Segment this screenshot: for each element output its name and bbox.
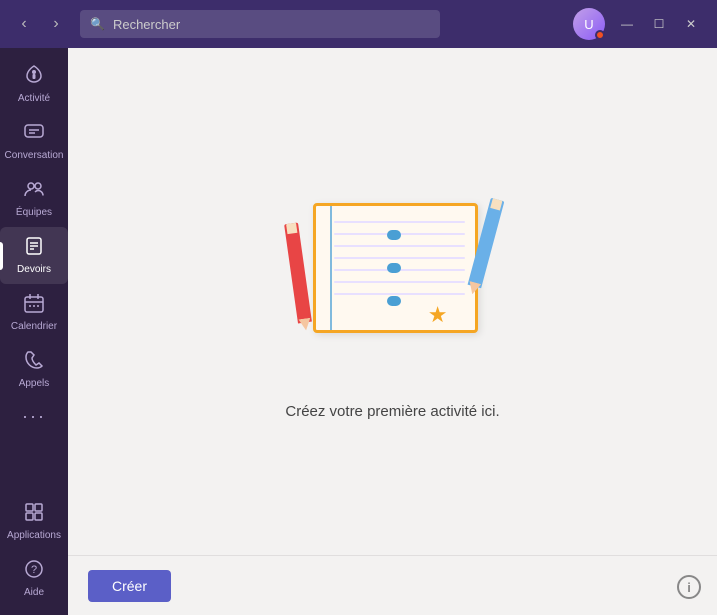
calendrier-label: Calendrier xyxy=(11,321,57,333)
notebook-rings xyxy=(313,203,401,333)
main-layout: Activité Conversation Équ xyxy=(0,48,717,615)
sidebar-item-aide[interactable]: ? Aide xyxy=(0,550,68,607)
notebook-star-icon: ★ xyxy=(428,302,448,328)
aide-label: Aide xyxy=(24,587,44,599)
titlebar: ‹ › 🔍 Rechercher U — ☐ ✕ xyxy=(0,0,717,48)
sidebar: Activité Conversation Équ xyxy=(0,48,68,615)
search-bar[interactable]: 🔍 Rechercher xyxy=(80,10,440,38)
sidebar-item-devoirs[interactable]: Devoirs xyxy=(0,227,68,284)
sidebar-item-activite[interactable]: Activité xyxy=(0,56,68,113)
titlebar-right: U — ☐ ✕ xyxy=(573,8,705,40)
conversation-label: Conversation xyxy=(5,150,64,162)
calendrier-icon xyxy=(23,292,45,318)
sidebar-item-conversation[interactable]: Conversation xyxy=(0,113,68,170)
appels-icon xyxy=(23,349,45,375)
devoirs-icon xyxy=(23,235,45,261)
search-icon: 🔍 xyxy=(90,17,105,31)
appels-label: Appels xyxy=(19,378,50,390)
aide-icon: ? xyxy=(23,558,45,584)
applications-icon xyxy=(23,501,45,527)
window-controls: — ☐ ✕ xyxy=(613,12,705,36)
minimize-button[interactable]: — xyxy=(613,12,641,36)
titlebar-left: ‹ › 🔍 Rechercher xyxy=(12,10,440,38)
notebook-illustration: ★ xyxy=(283,183,503,363)
equipes-label: Équipes xyxy=(16,207,52,219)
activite-icon xyxy=(23,64,45,90)
empty-state-text: Créez votre première activité ici. xyxy=(285,403,499,420)
activite-label: Activité xyxy=(18,93,50,105)
pencil-red-icon xyxy=(284,223,312,324)
info-button[interactable]: i xyxy=(677,575,701,599)
avatar[interactable]: U xyxy=(573,8,605,40)
close-button[interactable]: ✕ xyxy=(677,12,705,36)
conversation-icon xyxy=(23,121,45,147)
more-button[interactable]: ··· xyxy=(14,398,54,435)
sidebar-item-calendrier[interactable]: Calendrier xyxy=(0,284,68,341)
back-button[interactable]: ‹ xyxy=(12,12,36,36)
sidebar-item-equipes[interactable]: Équipes xyxy=(0,170,68,227)
equipes-icon xyxy=(23,178,45,204)
maximize-button[interactable]: ☐ xyxy=(645,12,673,36)
create-button[interactable]: Créer xyxy=(88,570,171,602)
avatar-status-dot xyxy=(595,30,605,40)
forward-button[interactable]: › xyxy=(44,12,68,36)
search-placeholder: Rechercher xyxy=(113,17,180,32)
sidebar-item-applications[interactable]: Applications xyxy=(0,493,68,550)
svg-text:?: ? xyxy=(31,564,37,576)
sidebar-item-appels[interactable]: Appels xyxy=(0,341,68,398)
applications-label: Applications xyxy=(7,530,61,542)
content-area: ★ Créez votre première activité ici. Cré… xyxy=(68,48,717,615)
nav-controls: ‹ › xyxy=(12,12,68,36)
bottom-bar: Créer i xyxy=(68,555,717,615)
devoirs-label: Devoirs xyxy=(17,264,51,276)
